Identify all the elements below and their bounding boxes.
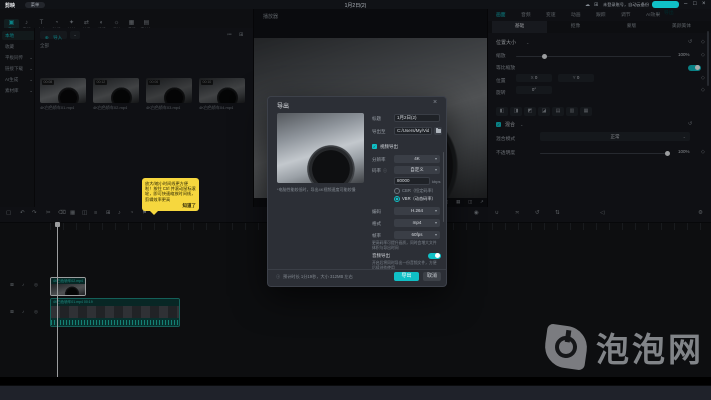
chevron-down-icon: ▾ bbox=[435, 231, 437, 239]
dialog-title: 导出 bbox=[277, 101, 289, 110]
folder-icon bbox=[436, 129, 441, 133]
site-watermark: 泡泡网 bbox=[545, 323, 704, 371]
tooltip-got-it-button[interactable]: 知道了 bbox=[145, 203, 196, 209]
export-estimate: 预计时长 1分19秒，大小 312MB 左右 bbox=[283, 274, 353, 280]
minimize-button[interactable]: – bbox=[684, 1, 687, 7]
chevron-down-icon: ▾ bbox=[435, 219, 437, 227]
codec-label: 编码 bbox=[372, 209, 381, 215]
windows-taskbar: 大风预警 9°C 多云 搜索 ⌃ ▣ ⊙ ◍ ◉ ⊕ 11:37 2023/2/… bbox=[0, 385, 711, 400]
cancel-button[interactable]: 取消 bbox=[423, 272, 441, 281]
format-dropdown[interactable]: mp4▾ bbox=[394, 219, 440, 227]
tooltip-text: 放大/缩小时间线更方便啦！按住 Ctrl 并滚动鼠标滚轮，即可快速缩放时间线，剪… bbox=[145, 181, 196, 202]
info-icon: ⓘ bbox=[276, 274, 280, 280]
jianying-app-window: 剪映 菜单 1月2日(2) ☁ ⊞ 未登录账号，自动云备份 ↑ 导出 – □ ×… bbox=[0, 0, 711, 400]
vbr-label: VBR（动态码率） bbox=[402, 196, 436, 202]
export-confirm-button[interactable]: 导出 bbox=[394, 272, 419, 281]
tooltip-tail bbox=[150, 211, 158, 215]
chevron-down-icon: ▾ bbox=[435, 207, 437, 215]
video-export-label: 视频导出 bbox=[380, 144, 398, 150]
browse-folder-button[interactable] bbox=[434, 127, 442, 135]
project-title: 1月2日(2) bbox=[300, 2, 411, 9]
format-label: 格式 bbox=[372, 221, 381, 227]
fps-hint: 更高码率可提升画质，同时会增大文件体积与导出时间 bbox=[372, 241, 440, 250]
close-button[interactable]: × bbox=[702, 1, 706, 7]
audio-export-toggle[interactable] bbox=[428, 253, 441, 260]
bitrate-mode-dropdown[interactable]: 自定义▾ bbox=[394, 166, 440, 174]
export-name-input[interactable] bbox=[394, 114, 440, 122]
codec-dropdown[interactable]: H.264▾ bbox=[394, 207, 440, 215]
preview-caption: *电脑性能较低时，导出4K视频速度可能较慢 bbox=[277, 187, 367, 192]
video-export-checkbox[interactable]: ✓ bbox=[372, 144, 377, 149]
audio-export-label: 音频导出 bbox=[372, 253, 390, 259]
screen-gap bbox=[0, 377, 711, 385]
titlebar: 剪映 菜单 1月2日(2) ☁ ⊞ 未登录账号，自动云备份 ↑ 导出 – □ × bbox=[0, 0, 711, 9]
vbr-radio[interactable] bbox=[394, 196, 400, 202]
account-status[interactable]: 未登录账号，自动云备份 bbox=[603, 2, 649, 8]
paopao-logo-icon bbox=[542, 323, 589, 370]
cbr-radio[interactable] bbox=[394, 188, 400, 194]
app-logo: 剪映 bbox=[5, 2, 15, 9]
divider bbox=[268, 269, 446, 270]
bitrate-value-input[interactable] bbox=[394, 177, 430, 185]
cbr-label: CBR（恒定码率） bbox=[402, 188, 436, 194]
resolution-dropdown[interactable]: 4K▾ bbox=[394, 155, 440, 163]
menu-button[interactable]: 菜单 bbox=[25, 2, 45, 8]
export-path-input[interactable] bbox=[394, 127, 432, 135]
bitrate-unit: kbps bbox=[432, 179, 440, 184]
watermark-text: 泡泡网 bbox=[596, 323, 704, 371]
fps-dropdown[interactable]: 60fps▾ bbox=[394, 231, 440, 239]
layout-icon[interactable]: ⊞ bbox=[594, 2, 598, 8]
dialog-close-icon[interactable]: × bbox=[433, 99, 437, 106]
fps-label: 帧率 bbox=[372, 233, 381, 239]
cloud-sync-icon[interactable]: ☁ bbox=[585, 2, 590, 8]
info-icon: ⓘ bbox=[383, 168, 387, 174]
export-preview-image bbox=[277, 113, 364, 183]
export-button-top[interactable]: ↑ 导出 bbox=[652, 1, 679, 8]
resolution-label: 分辨率 bbox=[372, 157, 386, 163]
dialog-scrollbar[interactable] bbox=[443, 152, 445, 222]
chevron-down-icon: ▾ bbox=[435, 155, 437, 163]
name-label: 标题 bbox=[372, 116, 381, 122]
chevron-down-icon: ▾ bbox=[435, 166, 437, 174]
path-label: 导出至 bbox=[372, 129, 386, 135]
feature-tooltip: 放大/缩小时间线更方便啦！按住 Ctrl 并滚动鼠标滚轮，即可快速缩放时间线，剪… bbox=[142, 178, 199, 211]
maximize-button[interactable]: □ bbox=[693, 1, 697, 7]
export-dialog: 导出 × *电脑性能较低时，导出4K视频速度可能较慢 标题 导出至 ✓ 视频导出… bbox=[267, 96, 447, 287]
bitrate-label: 码率 bbox=[372, 168, 381, 174]
